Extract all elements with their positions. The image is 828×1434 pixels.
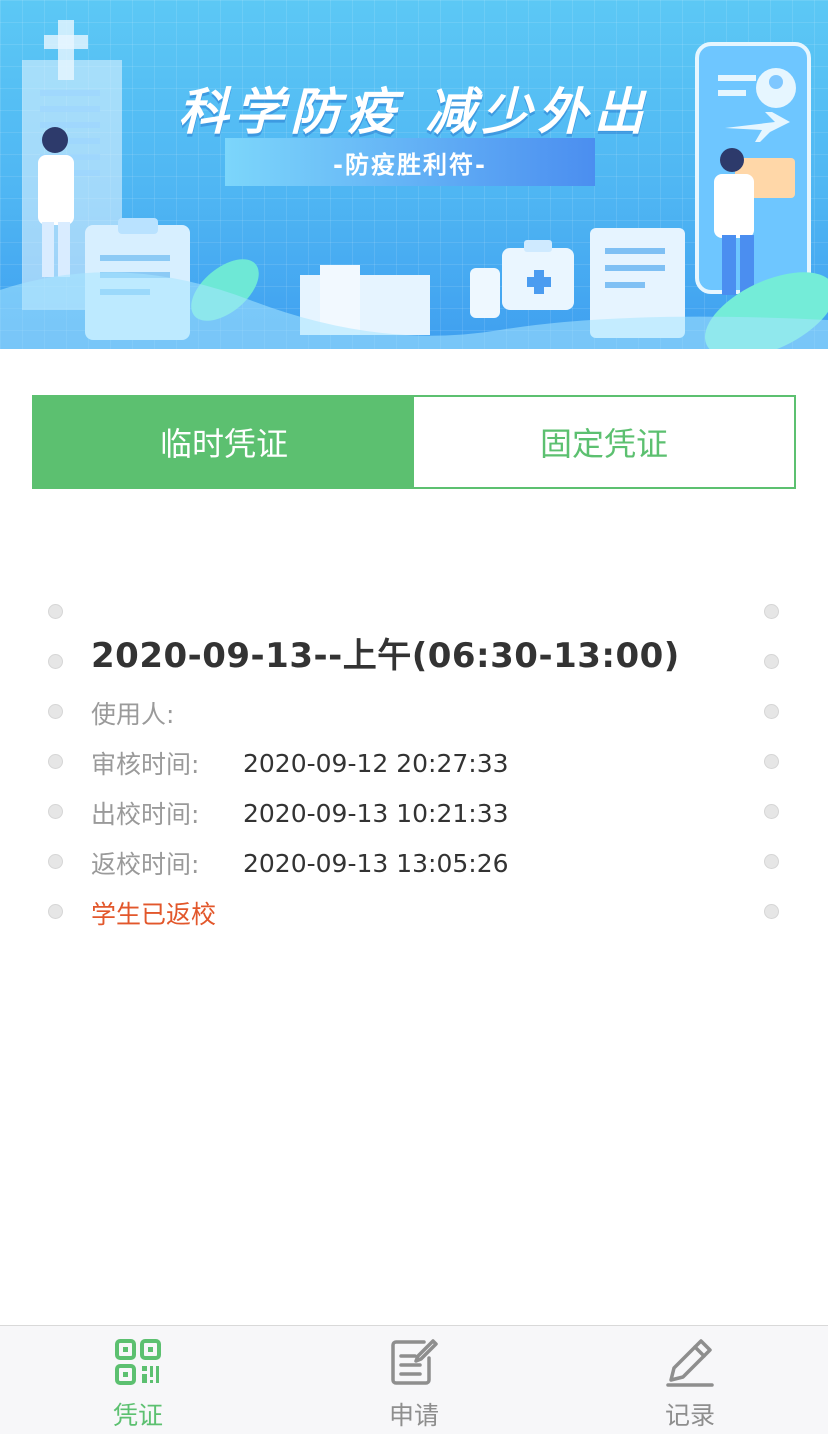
decorative-dot <box>764 754 779 769</box>
app-page: 科学防疫 减少外出 -防疫胜利符- 临时凭证 固定凭证 2020-09-13--… <box>0 0 828 1434</box>
review-time-label: 审核时间: <box>91 750 200 779</box>
nav-label-apply: 申请 <box>388 1401 439 1430</box>
pencil-icon <box>666 1339 714 1387</box>
pass-card: 2020-09-13--上午(06:30-13:00) 使用人: 审核时间: 2… <box>0 590 828 930</box>
decorative-dot <box>48 654 63 669</box>
banner-subtitle: -防疫胜利符- <box>225 138 595 186</box>
review-time-value: 2020-09-12 20:27:33 <box>243 748 509 778</box>
decorative-dot <box>764 604 779 619</box>
user-row: 使用人: <box>91 693 243 733</box>
nav-item-pass[interactable]: 凭证 <box>0 1326 276 1434</box>
bottom-nav: 凭证 申请 记录 <box>0 1325 828 1434</box>
review-time-row: 审核时间: 2020-09-12 20:27:33 <box>91 743 509 783</box>
decorative-dot <box>764 904 779 919</box>
qr-code-icon <box>115 1339 161 1385</box>
banner-title: 科学防疫 减少外出 <box>178 83 650 141</box>
tab-temporary-pass[interactable]: 临时凭证 <box>34 397 414 487</box>
nav-item-records[interactable]: 记录 <box>552 1326 828 1434</box>
pass-status: 学生已返校 <box>91 900 217 929</box>
exit-time-row: 出校时间: 2020-09-13 10:21:33 <box>91 793 509 833</box>
decorative-dot <box>764 704 779 719</box>
decorative-dot <box>764 804 779 819</box>
decorative-dot <box>764 654 779 669</box>
return-time-value: 2020-09-13 13:05:26 <box>243 848 509 878</box>
user-label: 使用人: <box>91 700 175 729</box>
pass-time-slot: 2020-09-13--上午(06:30-13:00) <box>91 636 680 676</box>
tab-fixed-pass[interactable]: 固定凭证 <box>414 397 794 487</box>
decorative-dot <box>48 704 63 719</box>
decorative-dot <box>48 804 63 819</box>
exit-time-label: 出校时间: <box>91 800 200 829</box>
promo-banner: 科学防疫 减少外出 -防疫胜利符- <box>0 0 828 349</box>
exit-time-value: 2020-09-13 10:21:33 <box>243 798 509 828</box>
edit-form-icon <box>391 1339 438 1385</box>
return-time-label: 返校时间: <box>91 850 200 879</box>
nav-item-apply[interactable]: 申请 <box>276 1326 552 1434</box>
decorative-dot <box>48 604 63 619</box>
nav-label-pass: 凭证 <box>112 1401 163 1430</box>
decorative-dot <box>48 854 63 869</box>
nav-label-records: 记录 <box>664 1401 715 1430</box>
pass-type-tabs: 临时凭证 固定凭证 <box>32 395 796 489</box>
decorative-dot <box>48 754 63 769</box>
decorative-dot <box>48 904 63 919</box>
return-time-row: 返校时间: 2020-09-13 13:05:26 <box>91 843 509 883</box>
decorative-dot <box>764 854 779 869</box>
